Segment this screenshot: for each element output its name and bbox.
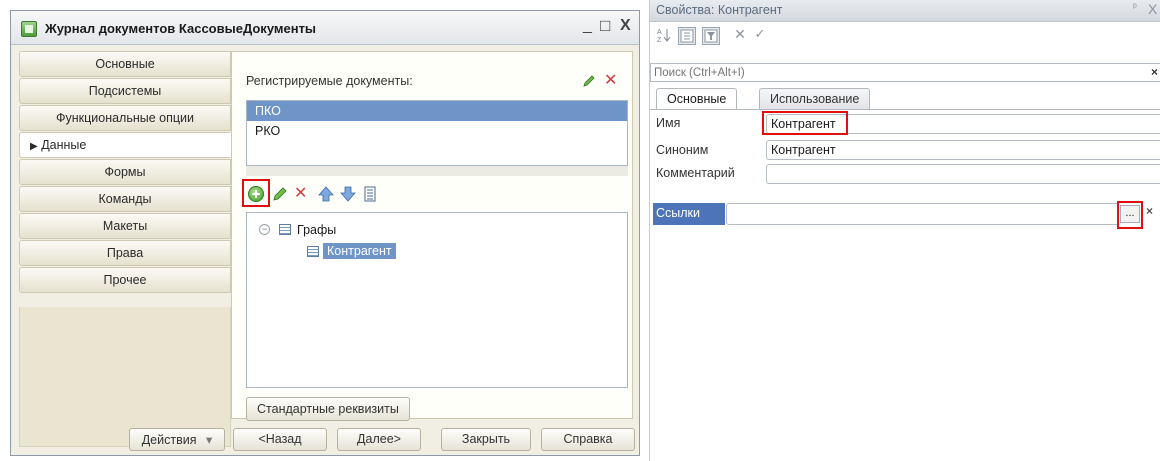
section-tabs: Основные Подсистемы Функциональные опции… [19, 51, 231, 294]
links-field[interactable] [726, 203, 1118, 225]
tree-node-kontragent-label: Контрагент [323, 243, 396, 259]
next-button[interactable]: Далее> [337, 428, 421, 451]
properties-title: Свойства: Контрагент [656, 3, 783, 17]
tab-komandy[interactable]: Команды [19, 186, 231, 212]
actions-label: Действия [141, 433, 197, 447]
table-icon [279, 224, 291, 235]
tabs-background [19, 307, 231, 447]
registered-docs-list: ПКО РКО [246, 100, 628, 166]
close-properties-icon[interactable]: X [1148, 1, 1157, 17]
tab-formy[interactable]: Формы [19, 159, 231, 185]
window-titlebar: Журнал документов КассовыеДокументы _ □ … [11, 11, 639, 45]
close-window-button[interactable]: X [620, 17, 631, 35]
tab-dannye-label: Данные [41, 138, 87, 152]
move-down-icon[interactable] [338, 184, 358, 204]
data-panel: Регистрируемые документы: ✕ ПКО РКО ✕ − … [231, 51, 633, 421]
edit-pencil-icon[interactable] [270, 184, 290, 204]
list-item-rko[interactable]: РКО [247, 121, 627, 141]
move-up-icon[interactable] [316, 184, 336, 204]
properties-titlebar: Свойства: Контрагент ᵖ X [650, 0, 1160, 22]
tab-prochee[interactable]: Прочее [19, 267, 231, 293]
edit-pencil-icon[interactable] [582, 74, 596, 88]
collapse-icon[interactable]: − [259, 224, 270, 235]
tab-osnovnye-props[interactable]: Основные [656, 88, 738, 110]
tab-dannye[interactable]: ▶ Данные [19, 132, 231, 158]
comment-field[interactable] [766, 164, 1160, 184]
svg-text:A: A [657, 29, 662, 36]
standard-attributes-button[interactable]: Стандартные реквизиты [246, 397, 410, 421]
delete-icon[interactable]: ✕ [294, 183, 314, 203]
check-icon[interactable]: ✓ [752, 26, 768, 42]
properties-toolbar: A Z ✕ ✓ [656, 24, 796, 46]
list-item-pko[interactable]: ПКО [247, 101, 627, 121]
pin-icon[interactable]: ᵖ [1133, 2, 1137, 13]
list-bottom-strip [246, 166, 628, 176]
highlight-frame-name [762, 111, 848, 135]
highlight-frame-dots [1117, 201, 1143, 229]
journal-app-icon [21, 21, 37, 37]
tab-funkcionalnye-opcii[interactable]: Функциональные опции [19, 105, 231, 131]
sort-az-icon[interactable]: A Z [656, 27, 672, 43]
tab-osnovnye[interactable]: Основные [19, 51, 231, 77]
window-title: Журнал документов КассовыеДокументы [45, 21, 317, 36]
delete-icon[interactable]: ✕ [732, 26, 748, 42]
svg-text:Z: Z [657, 37, 662, 43]
name-label: Имя [656, 116, 681, 130]
columns-tree: − Графы Контрагент [246, 212, 628, 388]
highlight-frame-add [242, 179, 270, 207]
journal-window: Журнал документов КассовыеДокументы _ □ … [10, 10, 640, 456]
synonym-field[interactable]: Контрагент [766, 140, 1160, 160]
help-button[interactable]: Справка [541, 428, 635, 451]
delete-doc-icon[interactable]: ✕ [604, 70, 617, 90]
comment-label: Комментарий [656, 166, 735, 180]
synonym-label: Синоним [656, 143, 709, 157]
tree-view-icon[interactable] [678, 27, 696, 45]
tab-makety[interactable]: Макеты [19, 213, 231, 239]
minimize-button[interactable]: _ [583, 17, 592, 35]
tabs-divider [650, 109, 1160, 110]
links-label: Ссылки [653, 203, 725, 225]
close-button[interactable]: Закрыть [441, 428, 531, 451]
column-icon [307, 246, 319, 257]
properties-panel: Свойства: Контрагент ᵖ X A Z ✕ ✓ × Основ… [649, 0, 1160, 461]
properties-search: × [650, 63, 1160, 82]
list-icon[interactable] [360, 184, 380, 204]
tab-prava[interactable]: Права [19, 240, 231, 266]
tree-node-grafy-label: Графы [297, 223, 337, 237]
back-button[interactable]: <Назад [233, 428, 327, 451]
registered-docs-label: Регистрируемые документы: [246, 74, 413, 88]
chevron-down-icon: ▾ [205, 433, 213, 447]
links-row: Ссылки ... × [650, 201, 1160, 229]
filter-icon[interactable] [702, 27, 720, 45]
actions-button[interactable]: Действия ▾ [129, 428, 225, 451]
tab-ispolzovanie[interactable]: Использование [759, 88, 871, 110]
clear-links-icon[interactable]: × [1146, 204, 1153, 218]
clear-search-icon[interactable]: × [1151, 65, 1158, 79]
search-input[interactable] [651, 64, 1141, 81]
active-tab-marker-icon: ▶ [30, 141, 38, 152]
tab-podsistemy[interactable]: Подсистемы [19, 78, 231, 104]
columns-toolbar: ✕ [242, 179, 446, 207]
maximize-button[interactable]: □ [600, 16, 610, 36]
